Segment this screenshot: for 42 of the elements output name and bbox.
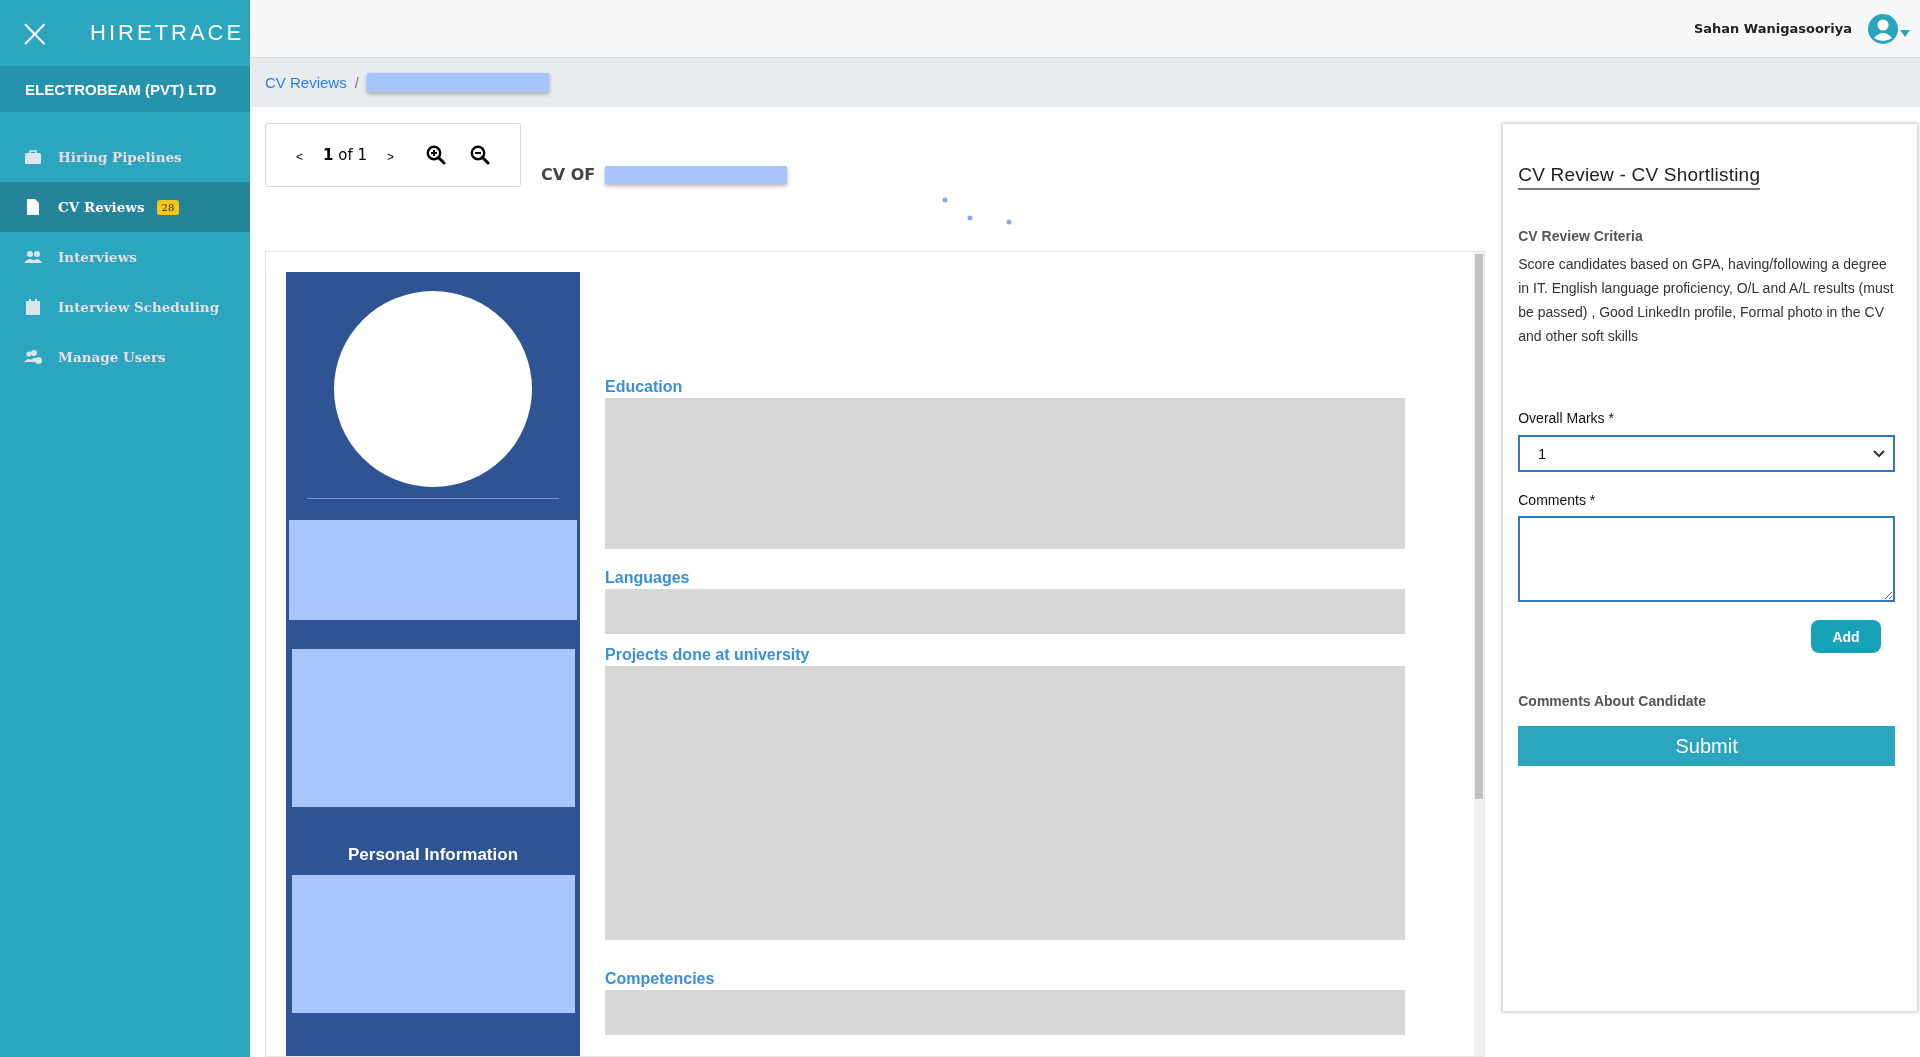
breadcrumb-separator: /: [354, 74, 359, 91]
field-label: Overall Marks *: [1518, 410, 1615, 426]
comments-heading: Comments About Candidate: [1518, 693, 1707, 709]
section-heading: Projects done at university: [605, 646, 811, 664]
loading-spinner-icon: [942, 197, 1013, 225]
field-label: Comments *: [1518, 492, 1597, 508]
user-name: Sahan Wanigasooriya: [1693, 21, 1852, 36]
sidebar-item[interactable]: CV Reviews 28: [0, 182, 250, 232]
breadcrumb-link[interactable]: CV Reviews: [265, 74, 347, 91]
zoom-in-icon[interactable]: [426, 145, 446, 165]
marks-select[interactable]: 1: [1518, 435, 1895, 472]
section-heading: Languages: [605, 569, 691, 587]
next-page-button[interactable]: >: [379, 146, 402, 168]
criteria-heading: CV Review Criteria: [1518, 228, 1644, 244]
calendar-icon: [24, 298, 42, 316]
user-avatar-icon[interactable]: [1868, 12, 1910, 45]
close-icon[interactable]: ×: [18, 13, 58, 53]
sidebar-item[interactable]: Interviews: [0, 232, 250, 282]
company-name: ELECTROBEAM (PVT) LTD: [0, 66, 250, 112]
sidebar-item[interactable]: Interview Scheduling: [0, 282, 250, 332]
sidebar-item[interactable]: Hiring Pipelines: [0, 132, 250, 182]
users-gear-icon: [24, 348, 42, 366]
previous-page-button[interactable]: <: [288, 146, 311, 168]
chevron-down-icon: [1873, 449, 1885, 458]
add-button[interactable]: Add: [1811, 620, 1881, 653]
briefcase-icon: [24, 148, 42, 166]
section-heading: Competencies: [605, 970, 716, 988]
users-icon: [24, 248, 42, 266]
criteria-text: Score candidates based on GPA, having/following a degree in IT. English language proficiency, O/L and A/L results (must be passed) , Good LinkedIn profile, Formal photo in the CV and other soft skills: [1518, 255, 1895, 346]
comments-field[interactable]: [1518, 516, 1895, 602]
sidebar-item[interactable]: Manage Users: [0, 332, 250, 382]
submit-button[interactable]: Submit: [1518, 726, 1895, 766]
page-indicator: 1 of 1: [323, 146, 367, 164]
zoom-out-icon[interactable]: [470, 145, 490, 165]
cv-owner-label: CV OF: [541, 165, 596, 184]
panel-title: CV Review - CV Shortlisting: [1518, 164, 1761, 190]
count-badge: 28: [156, 199, 180, 215]
section-heading: Personal Information: [348, 845, 518, 865]
file-icon: [24, 198, 42, 216]
scrollbar[interactable]: [1474, 252, 1485, 1056]
section-heading: Education: [605, 378, 684, 396]
app-logo: HIRETRACE: [90, 20, 245, 46]
